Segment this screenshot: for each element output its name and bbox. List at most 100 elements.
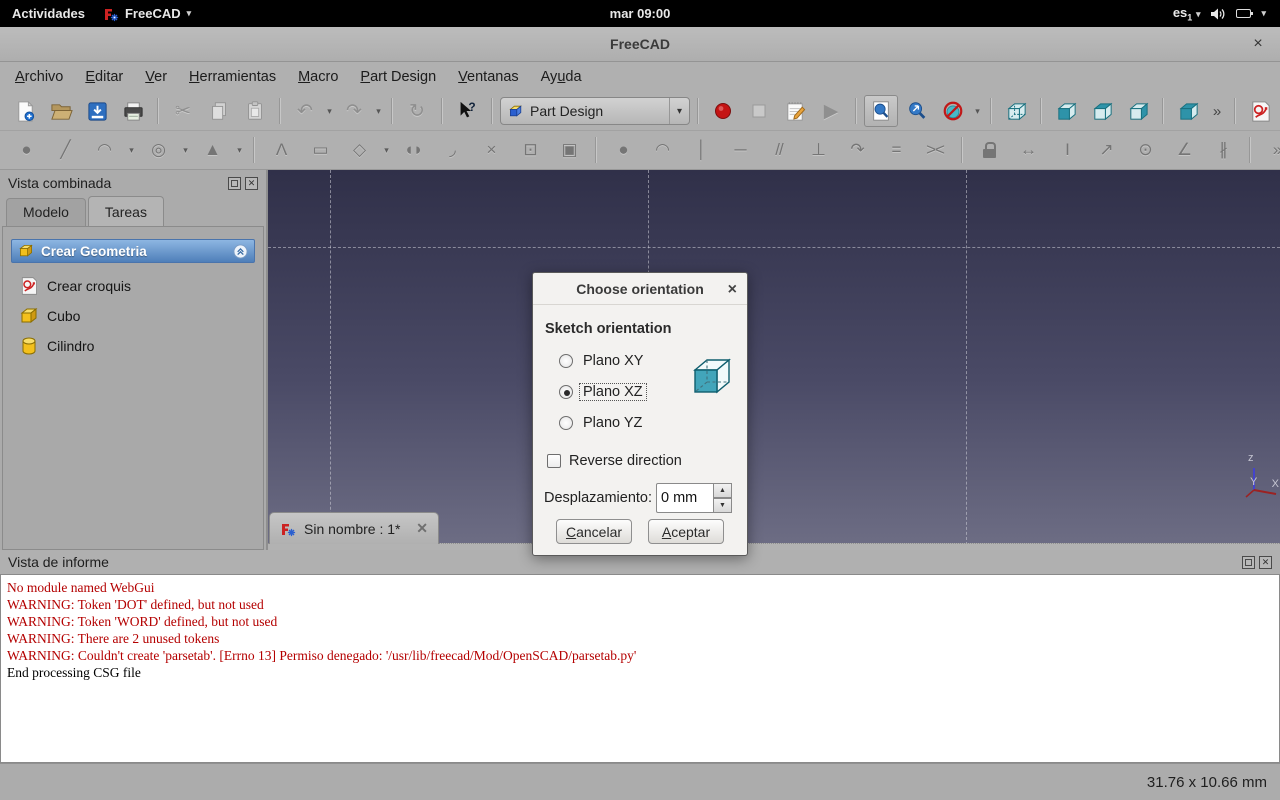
clock[interactable]: mar 09:00 <box>0 6 1280 21</box>
task-group-header[interactable]: Crear Geometria <box>11 239 255 263</box>
dropdown-icon[interactable]: ▾ <box>233 134 245 166</box>
workbench-selector[interactable]: Part Design <box>500 97 690 125</box>
constraint-perpendicular-icon[interactable]: ⊥ <box>800 134 836 166</box>
constraint-equal-icon[interactable]: = <box>878 134 914 166</box>
spin-down-icon[interactable] <box>714 498 732 513</box>
task-item-crear-croquis[interactable]: Crear croquis <box>3 271 263 301</box>
radio-plano-yz[interactable]: Plano YZ <box>559 407 646 438</box>
new-sketch-button[interactable] <box>1243 95 1277 127</box>
tab-modelo[interactable]: Modelo <box>6 198 86 226</box>
constraint-horizontal-icon[interactable]: ─ <box>722 134 758 166</box>
constraint-vertical-distance-icon[interactable]: I <box>1049 134 1085 166</box>
constraint-parallel-icon[interactable]: // <box>761 134 797 166</box>
constraint-distance-icon[interactable]: ↗ <box>1088 134 1124 166</box>
collapse-icon[interactable] <box>233 243 248 259</box>
task-item-cilindro[interactable]: Cilindro <box>3 331 263 361</box>
report-view-log[interactable]: No module named WebGui WARNING: Token 'DO… <box>0 574 1280 763</box>
menu-item[interactable]: Archivo <box>4 65 74 89</box>
3d-viewport[interactable]: z Y X Sin nombre : 1* <box>266 170 1280 550</box>
draw-style-dropdown-icon[interactable] <box>972 106 983 117</box>
view-isometric-button[interactable] <box>1171 95 1205 127</box>
menu-item[interactable]: Ventanas <box>447 65 529 89</box>
sketch-slot-icon[interactable]: ◖◗ <box>395 134 431 166</box>
spin-up-icon[interactable] <box>714 483 732 498</box>
redo-button[interactable]: ↷ <box>337 95 371 127</box>
chevron-down-icon[interactable]: ▾ <box>1261 8 1266 19</box>
reverse-direction-checkbox[interactable]: Reverse direction <box>547 453 682 469</box>
dialog-close-icon[interactable] <box>728 281 737 299</box>
constraint-angle-icon[interactable]: ∠ <box>1166 134 1202 166</box>
sketch-trim-icon[interactable]: × <box>473 134 509 166</box>
offset-value-field[interactable]: 0 mm <box>656 483 714 513</box>
task-item-cubo[interactable]: Cubo <box>3 301 263 331</box>
undo-dropdown-icon[interactable] <box>324 106 335 117</box>
panel-float-icon[interactable] <box>228 176 241 190</box>
window-close-icon[interactable] <box>1248 34 1268 54</box>
ok-button[interactable]: Aceptar <box>648 519 724 544</box>
workbench-dropdown-icon[interactable] <box>668 98 682 124</box>
sketch-external-geometry-icon[interactable]: ⊡ <box>512 134 548 166</box>
sketch-carbon-copy-icon[interactable]: ▣ <box>551 134 587 166</box>
macro-record-button[interactable] <box>706 95 740 127</box>
constraint-radius-icon[interactable]: ⊙ <box>1127 134 1163 166</box>
sketch-point-icon[interactable]: ● <box>8 134 44 166</box>
menu-item[interactable]: Herramientas <box>178 65 287 89</box>
view-front-button[interactable] <box>1049 95 1083 127</box>
save-button[interactable] <box>80 95 114 127</box>
menu-item[interactable]: Ver <box>134 65 178 89</box>
open-document-button[interactable] <box>44 95 78 127</box>
menu-item[interactable]: Ayuda <box>530 65 593 89</box>
constraint-vertical-icon[interactable]: │ <box>683 134 719 166</box>
dropdown-icon[interactable]: ▾ <box>125 134 137 166</box>
new-document-button[interactable] <box>8 95 42 127</box>
view-right-button[interactable] <box>1121 95 1155 127</box>
menu-item[interactable]: Editar <box>74 65 134 89</box>
battery-icon[interactable] <box>1236 9 1254 18</box>
constraint-tangent-icon[interactable]: ↷ <box>839 134 875 166</box>
sketch-polyline-icon[interactable]: Λ <box>263 134 299 166</box>
radio-plano-xy[interactable]: Plano XY <box>559 345 646 376</box>
view-top-button[interactable] <box>1085 95 1119 127</box>
dialog-title-bar[interactable]: Choose orientation <box>533 273 747 305</box>
radio-plano-xz[interactable]: Plano XZ <box>559 376 647 407</box>
paste-button[interactable] <box>238 95 272 127</box>
panel-float-icon[interactable] <box>1242 555 1255 569</box>
cancel-button[interactable]: Cancelar <box>556 519 632 544</box>
macro-stop-button[interactable] <box>742 95 776 127</box>
activities-button[interactable]: Actividades <box>12 6 85 21</box>
draw-style-button[interactable] <box>936 95 970 127</box>
menu-item[interactable]: Part Design <box>349 65 447 89</box>
dropdown-icon[interactable]: ▾ <box>380 134 392 166</box>
macro-play-button[interactable]: ▶ <box>814 95 848 127</box>
redo-dropdown-icon[interactable] <box>373 106 384 117</box>
constraint-symmetric-icon[interactable]: >< <box>917 134 953 166</box>
sketch-polygon-icon[interactable]: ◇ <box>341 134 377 166</box>
menu-item[interactable]: Macro <box>287 65 349 89</box>
fit-selection-button[interactable] <box>900 95 934 127</box>
toolbar-overflow-icon[interactable] <box>1207 103 1227 120</box>
constraint-snell-icon[interactable]: ∦ <box>1205 134 1241 166</box>
view-axonometric-button[interactable] <box>999 95 1033 127</box>
constraint-horizontal-distance-icon[interactable]: ↔ <box>1010 134 1046 166</box>
constraint-point-on-object-icon[interactable]: ◠ <box>644 134 680 166</box>
sketch-rectangle-icon[interactable]: ▭ <box>302 134 338 166</box>
constraint-lock-icon[interactable] <box>971 134 1007 166</box>
undo-button[interactable]: ↶ <box>288 95 322 127</box>
sketch-arc-icon[interactable]: ◠ <box>86 134 122 166</box>
print-button[interactable] <box>116 95 150 127</box>
document-tab-close-icon[interactable] <box>416 520 428 537</box>
fit-all-button[interactable] <box>864 95 898 127</box>
sketch-fillet-icon[interactable]: ◞ <box>434 134 470 166</box>
sketch-line-icon[interactable]: ╱ <box>47 134 83 166</box>
document-tab[interactable]: Sin nombre : 1* <box>269 512 439 544</box>
cut-button[interactable]: ✂ <box>166 95 200 127</box>
whats-this-button[interactable]: ? <box>450 95 484 127</box>
app-menu[interactable]: FreeCAD ▾ <box>103 6 191 22</box>
sketch-circle-icon[interactable]: ◎ <box>140 134 176 166</box>
toolbar-overflow-icon[interactable]: » <box>1259 134 1280 166</box>
macro-edit-button[interactable] <box>778 95 812 127</box>
dropdown-icon[interactable]: ▾ <box>179 134 191 166</box>
tab-tareas[interactable]: Tareas <box>87 196 164 226</box>
sketch-conic-icon[interactable]: ▲ <box>194 134 230 166</box>
panel-close-icon[interactable] <box>245 176 258 190</box>
